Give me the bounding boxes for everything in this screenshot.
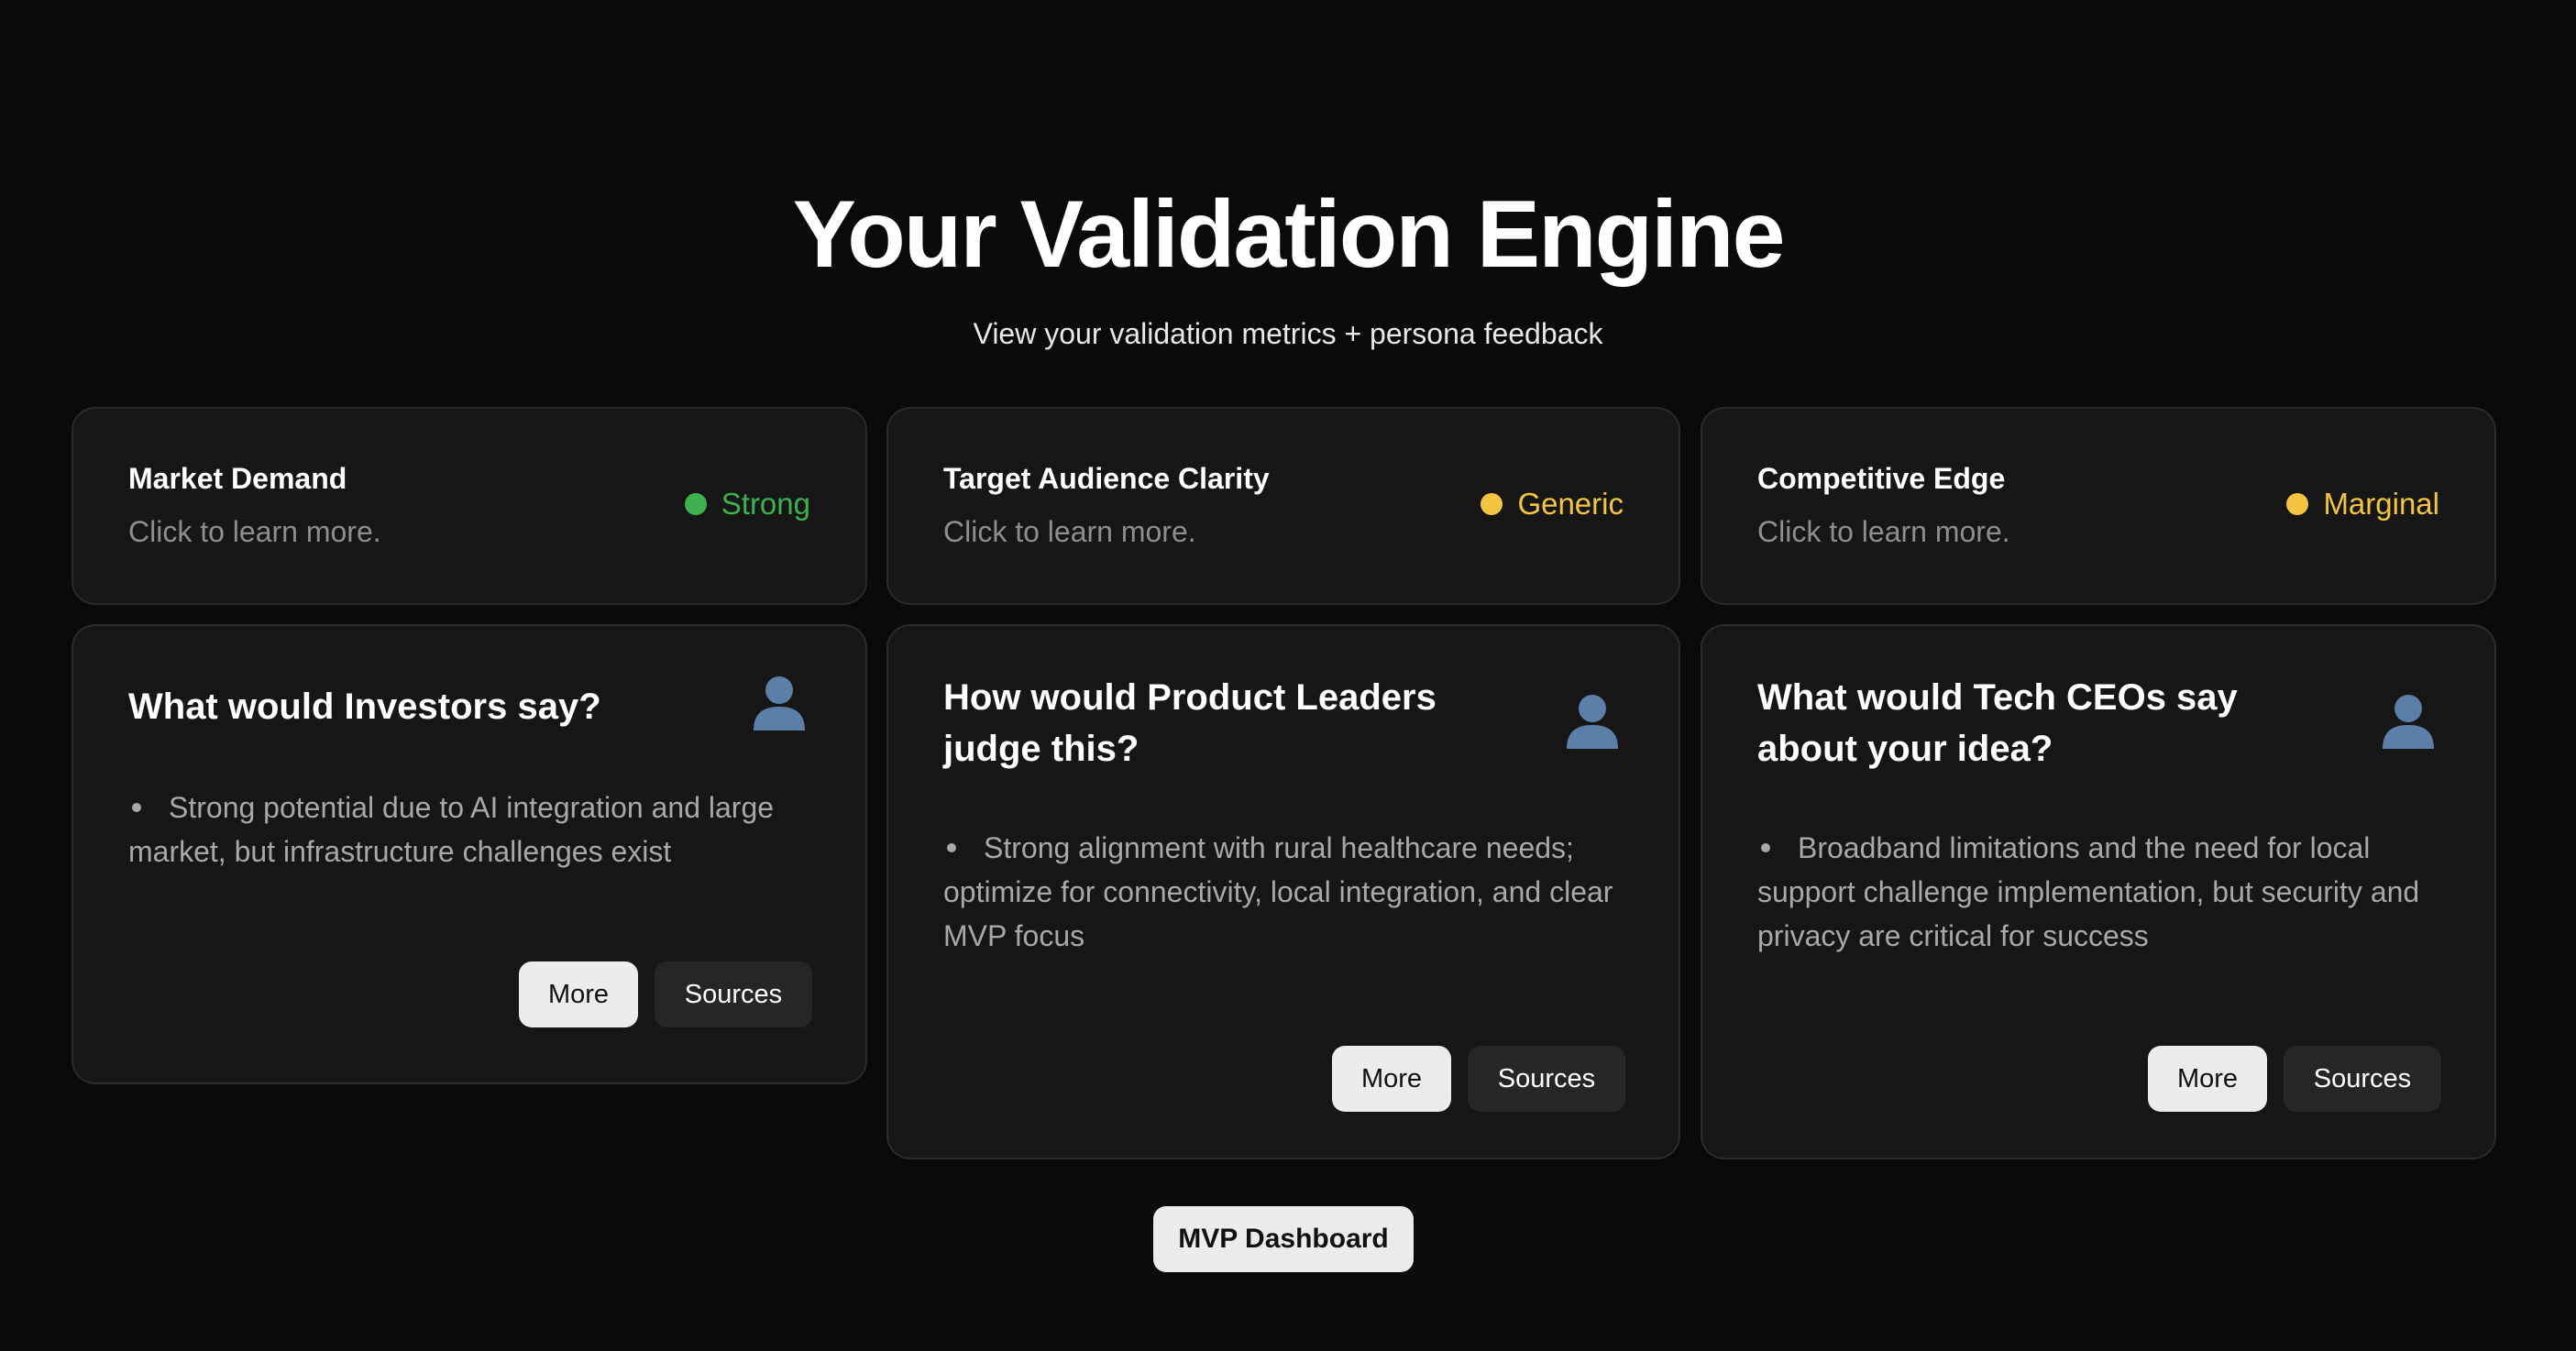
page-title: Your Validation Engine: [792, 181, 1786, 288]
status-label: Strong: [721, 487, 810, 521]
metric-title: Market Demand: [128, 462, 347, 495]
status-label: Generic: [1517, 487, 1624, 521]
persona-question: How would Product Leaders judge this?: [943, 677, 1437, 769]
bullet-icon: [1761, 842, 1770, 852]
metric-subtitle: Click to learn more.: [128, 515, 381, 548]
status-badge: Strong: [684, 486, 810, 522]
person-icon: [1567, 695, 1618, 749]
metric-card-market-demand[interactable]: Market Demand Click to learn more. Stron…: [72, 407, 867, 605]
status-dot-icon: [684, 493, 707, 515]
persona-card-tech-ceos: What would Tech CEOs say about your idea…: [1701, 624, 2496, 1159]
status-dot-icon: [2286, 493, 2309, 515]
person-icon: [2383, 695, 2434, 749]
metric-title: Target Audience Clarity: [943, 462, 1270, 495]
metric-title: Competitive Edge: [1757, 462, 2006, 495]
metric-subtitle: Click to learn more.: [1757, 515, 2010, 548]
bullet-icon: [132, 802, 141, 812]
bullet-icon: [947, 842, 956, 852]
status-dot-icon: [1481, 493, 1503, 515]
sources-button[interactable]: Sources: [655, 961, 812, 1027]
more-button[interactable]: More: [1332, 1046, 1451, 1112]
mvp-dashboard-button[interactable]: MVP Dashboard: [1153, 1206, 1414, 1272]
metric-card-competitive-edge[interactable]: Competitive Edge Click to learn more. Ma…: [1701, 407, 2496, 605]
sources-button[interactable]: Sources: [2284, 1046, 2441, 1112]
validation-engine-page: Your Validation Engine View your validat…: [0, 0, 2576, 1351]
page-subtitle: View your validation metrics + persona f…: [973, 317, 1603, 350]
status-badge: Generic: [1481, 486, 1624, 522]
status-label: Marginal: [2323, 487, 2439, 521]
status-badge: Marginal: [2286, 486, 2439, 522]
more-button[interactable]: More: [2148, 1046, 2267, 1112]
persona-card-investors: What would Investors say? Strong potenti…: [72, 624, 867, 1084]
sources-button[interactable]: Sources: [1468, 1046, 1625, 1112]
more-button[interactable]: More: [519, 961, 638, 1027]
persona-question: What would Tech CEOs say about your idea…: [1757, 677, 2238, 769]
persona-card-product-leaders: How would Product Leaders judge this? St…: [886, 624, 1680, 1159]
persona-question: What would Investors say?: [128, 686, 601, 727]
persona-feedback-bullet: Strong potential due to AI integration a…: [128, 791, 775, 868]
metric-card-target-audience-clarity[interactable]: Target Audience Clarity Click to learn m…: [886, 407, 1680, 605]
person-icon: [754, 676, 805, 730]
persona-feedback-bullet: Strong alignment with rural healthcare n…: [943, 831, 1613, 952]
metric-subtitle: Click to learn more.: [943, 515, 1196, 548]
persona-feedback-bullet: Broadband limitations and the need for l…: [1757, 831, 2420, 952]
